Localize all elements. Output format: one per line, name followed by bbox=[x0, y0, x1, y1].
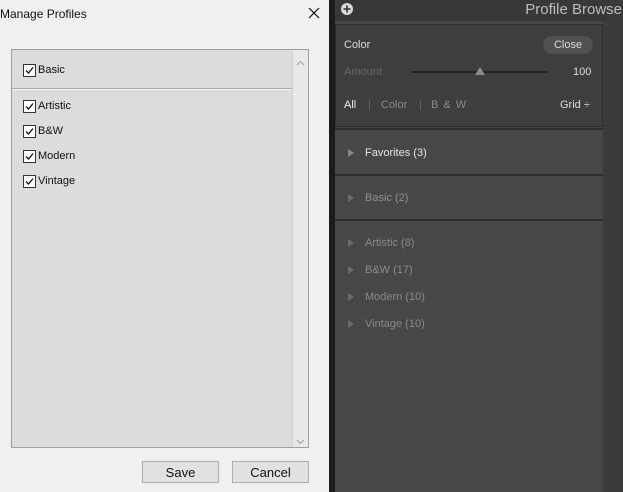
scroll-up-icon[interactable] bbox=[296, 55, 305, 66]
group-label: B&W (17) bbox=[365, 264, 413, 276]
cancel-button[interactable]: Cancel bbox=[232, 461, 309, 483]
view-mode-select[interactable]: Grid ÷ bbox=[560, 99, 590, 111]
list-item-label: Modern bbox=[38, 150, 76, 162]
group-bw[interactable]: B&W (17) bbox=[348, 262, 413, 278]
list-item-label: Artistic bbox=[38, 100, 71, 112]
list-item-vintage[interactable]: Vintage bbox=[23, 173, 75, 189]
manage-profiles-dialog: Manage Profiles Basic Artistic B&W Moder… bbox=[0, 0, 329, 492]
plus-icon[interactable] bbox=[340, 2, 354, 16]
filter-separator: | bbox=[419, 99, 422, 111]
checkbox-vintage[interactable] bbox=[23, 174, 36, 188]
list-item-modern[interactable]: Modern bbox=[23, 148, 75, 164]
filter-all[interactable]: All bbox=[344, 99, 356, 111]
list-item-artistic[interactable]: Artistic bbox=[23, 98, 71, 114]
disclosure-triangle-icon bbox=[348, 194, 354, 202]
filter-bw[interactable]: B & W bbox=[431, 99, 467, 111]
group-label: Modern (10) bbox=[365, 291, 425, 303]
scrollbar[interactable] bbox=[292, 50, 308, 447]
divider bbox=[335, 219, 603, 221]
disclosure-triangle-icon bbox=[348, 266, 354, 274]
panel-edge bbox=[603, 0, 623, 492]
group-artistic[interactable]: Artistic (8) bbox=[348, 235, 415, 251]
panel-title: Profile Browser bbox=[525, 1, 623, 18]
scroll-down-icon[interactable] bbox=[296, 433, 305, 445]
amount-value[interactable]: 100 bbox=[573, 66, 591, 78]
profile-group-list[interactable]: Basic Artistic B&W Modern Vintage bbox=[11, 49, 309, 448]
group-basic[interactable]: Basic (2) bbox=[348, 190, 408, 206]
group-modern[interactable]: Modern (10) bbox=[348, 289, 425, 305]
list-item-label: Basic bbox=[38, 64, 65, 76]
profile-browser-body: Profile Browser Color Close Amount 100 A… bbox=[335, 0, 623, 492]
profile-browser-panel: Profile Browser Color Close Amount 100 A… bbox=[329, 0, 623, 492]
divider bbox=[335, 174, 603, 176]
group-label: Vintage (10) bbox=[365, 318, 425, 330]
filter-separator: | bbox=[368, 99, 371, 111]
checkbox-modern[interactable] bbox=[23, 149, 36, 163]
list-item-bw[interactable]: B&W bbox=[23, 123, 63, 139]
disclosure-triangle-icon bbox=[348, 149, 354, 157]
checkbox-bw[interactable] bbox=[23, 124, 36, 138]
dialog-title: Manage Profiles bbox=[0, 7, 87, 21]
checkbox-basic[interactable] bbox=[23, 63, 36, 77]
list-item-label: Vintage bbox=[38, 175, 76, 187]
panel-header: Profile Browser bbox=[335, 0, 623, 21]
group-vintage[interactable]: Vintage (10) bbox=[348, 316, 425, 332]
group-label: Artistic (8) bbox=[365, 237, 415, 249]
list-item-basic[interactable]: Basic bbox=[23, 62, 65, 78]
profile-controls: Color Close Amount 100 All | Color | B &… bbox=[335, 24, 603, 127]
disclosure-triangle-icon bbox=[348, 293, 354, 301]
close-icon[interactable] bbox=[306, 5, 322, 21]
amount-slider-thumb[interactable] bbox=[475, 67, 485, 75]
list-item-label: B&W bbox=[38, 125, 64, 137]
group-favorites[interactable]: Favorites (3) bbox=[348, 145, 427, 161]
divider bbox=[335, 128, 603, 130]
filter-color[interactable]: Color bbox=[381, 99, 407, 111]
profile-name: Color bbox=[344, 39, 371, 51]
amount-label: Amount bbox=[344, 66, 382, 78]
group-label: Basic (2) bbox=[365, 192, 409, 204]
close-button[interactable]: Close bbox=[543, 36, 593, 54]
save-button[interactable]: Save bbox=[142, 461, 219, 483]
checkbox-artistic[interactable] bbox=[23, 99, 36, 113]
group-label: Favorites (3) bbox=[365, 147, 427, 159]
disclosure-triangle-icon bbox=[348, 239, 354, 247]
divider bbox=[12, 89, 293, 90]
disclosure-triangle-icon bbox=[348, 320, 354, 328]
